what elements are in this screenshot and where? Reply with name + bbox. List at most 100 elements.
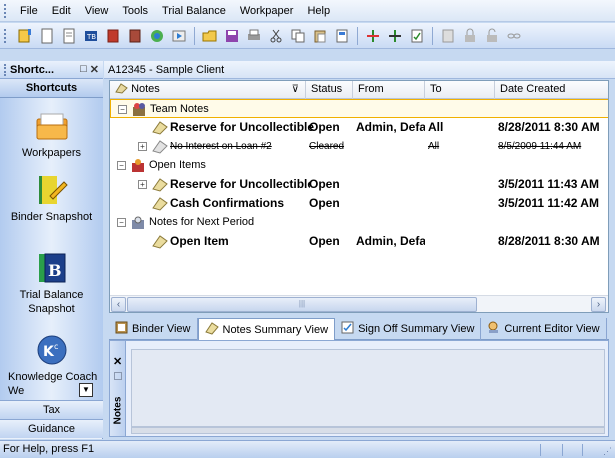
table-row[interactable]: + Reserve for Uncollectible Open 3/5/201… [110, 175, 608, 194]
horizontal-scrollbar[interactable]: ‹ ||| › [110, 295, 608, 312]
toolbar-separator [194, 26, 195, 45]
column-header-from[interactable]: From [353, 81, 425, 99]
table-row[interactable]: Reserve for Uncollectible Open Admin, De… [110, 118, 608, 137]
column-header-status[interactable]: Status [306, 81, 353, 99]
expand-icon[interactable]: + [138, 142, 147, 151]
status-indicator-1 [540, 444, 562, 456]
scrollbar-thumb[interactable]: ||| [127, 297, 477, 312]
sidebar-item-guidance[interactable]: Guidance [0, 419, 103, 438]
note-status: Open [309, 120, 340, 134]
shortcut-trial-balance-snapshot[interactable]: B Trial Balance Snapshot [0, 252, 103, 316]
unlock-icon[interactable] [482, 26, 502, 46]
shortcuts-pane-caption: Shortc... [10, 63, 55, 76]
shortcut-trial-balance-snapshot-label: Trial Balance Snapshot [19, 289, 84, 315]
notes-close-icon[interactable]: ✕ [113, 355, 122, 368]
note-from: Admin, Defa [356, 234, 425, 248]
print-icon[interactable] [244, 26, 264, 46]
note-title: No Interest on Loan #2 [170, 141, 272, 152]
trial-balance-icon[interactable]: TB [81, 26, 101, 46]
resize-grip-icon[interactable]: ⋰ [603, 443, 612, 458]
note-to: All [428, 120, 444, 134]
tab-notes-summary-view[interactable]: Notes Summary View [197, 318, 336, 340]
notes-grid: Notes ⊽ Status From To Date Created − Te… [109, 80, 609, 313]
pane-close-icon[interactable]: ✕ [90, 63, 99, 76]
menu-edit[interactable]: Edit [45, 1, 78, 21]
menu-file[interactable]: File [13, 1, 45, 21]
notes-float-icon[interactable] [114, 372, 122, 380]
open-document-icon[interactable] [59, 26, 79, 46]
tab-current-editor-view[interactable]: Current Editor View [481, 318, 607, 340]
note-icon [152, 234, 168, 249]
pane-float-icon[interactable]: □ [80, 63, 87, 76]
note-status: Cleared [309, 141, 345, 152]
sidebar-item-tax[interactable]: Tax [0, 400, 103, 419]
note-date: 3/5/2011 11:42 AM [498, 196, 599, 210]
status-indicator-3 [582, 444, 600, 456]
tab-binder-view[interactable]: Binder View [109, 318, 198, 340]
menu-grip-icon[interactable] [4, 3, 7, 18]
table-row[interactable]: + No Interest on Loan #2 Cleared All 8/5… [110, 137, 608, 156]
shortcuts-title: Shortcuts [0, 79, 103, 98]
copy-icon[interactable] [288, 26, 308, 46]
menu-bar: File Edit View Tools Trial Balance Workp… [0, 0, 615, 22]
lock-icon[interactable] [460, 26, 480, 46]
menu-view[interactable]: View [78, 1, 116, 21]
shortcuts-dropdown-icon[interactable]: ▼ [79, 383, 93, 397]
properties-icon[interactable] [332, 26, 352, 46]
shortcut-binder-snapshot[interactable]: Binder Snapshot [0, 174, 103, 224]
column-header-date-created[interactable]: Date Created [495, 81, 608, 99]
team-notes-icon [131, 102, 147, 117]
note-from: Admin, Defa [356, 120, 425, 134]
remove-note-icon[interactable] [385, 26, 405, 46]
note-status: Open [309, 234, 340, 248]
filter-icon[interactable]: ⊽ [292, 81, 299, 98]
binder-snapshot-icon [36, 174, 68, 206]
scroll-right-icon[interactable]: › [591, 297, 606, 312]
menu-tools[interactable]: Tools [115, 1, 155, 21]
note-cleared-icon [152, 139, 168, 154]
current-editor-icon [487, 321, 500, 337]
pane-grip-icon[interactable] [4, 63, 7, 76]
column-header-to[interactable]: To [425, 81, 495, 99]
table-row[interactable]: − Notes for Next Period [110, 213, 608, 232]
binder-red-icon[interactable] [103, 26, 123, 46]
grid-header: Notes ⊽ Status From To Date Created [110, 81, 608, 99]
table-row[interactable]: − Open Items [110, 156, 608, 175]
shortcut-workpapers[interactable]: Workpapers [0, 110, 103, 160]
tab-sign-off-summary-view-label: Sign Off Summary View [358, 323, 475, 335]
table-row[interactable]: − Team Notes [110, 99, 608, 118]
document-grey-icon[interactable] [438, 26, 458, 46]
new-document-icon[interactable] [37, 26, 57, 46]
table-row[interactable]: Open Item Open Admin, Defa 8/28/2011 8:3… [110, 232, 608, 251]
collapse-icon[interactable]: − [117, 218, 126, 227]
paste-icon[interactable] [310, 26, 330, 46]
save-icon[interactable] [222, 26, 242, 46]
expand-icon[interactable]: + [138, 180, 147, 189]
binder-copy-icon[interactable] [125, 26, 145, 46]
collapse-icon[interactable]: − [117, 161, 126, 170]
sign-off-icon[interactable] [407, 26, 427, 46]
table-row[interactable]: Cash Confirmations Open 3/5/2011 11:42 A… [110, 194, 608, 213]
open-folder-icon[interactable] [200, 26, 220, 46]
menu-help[interactable]: Help [300, 1, 337, 21]
note-title: Open Item [170, 234, 229, 248]
new-binder-icon[interactable] [15, 26, 35, 46]
tab-sign-off-summary-view[interactable]: Sign Off Summary View [335, 318, 482, 340]
toolbar-grip-icon[interactable] [4, 28, 7, 43]
collapse-icon[interactable]: − [118, 105, 127, 114]
cut-icon[interactable] [266, 26, 286, 46]
scroll-left-icon[interactable]: ‹ [111, 297, 126, 312]
column-header-notes[interactable]: Notes ⊽ [110, 81, 306, 99]
note-title: Cash Confirmations [170, 196, 285, 210]
menu-workpaper[interactable]: Workpaper [233, 1, 301, 21]
notes-scrollbar[interactable] [131, 427, 605, 434]
forward-icon[interactable] [169, 26, 189, 46]
menu-trial-balance[interactable]: Trial Balance [155, 1, 233, 21]
add-note-icon[interactable] [363, 26, 383, 46]
notes-panel-label: Notes [112, 396, 124, 425]
notes-content-area[interactable] [131, 349, 605, 427]
next-period-icon [130, 215, 146, 230]
client-title: A12345 - Sample Client [104, 61, 615, 79]
link-icon[interactable] [504, 26, 524, 46]
refresh-icon[interactable] [147, 26, 167, 46]
